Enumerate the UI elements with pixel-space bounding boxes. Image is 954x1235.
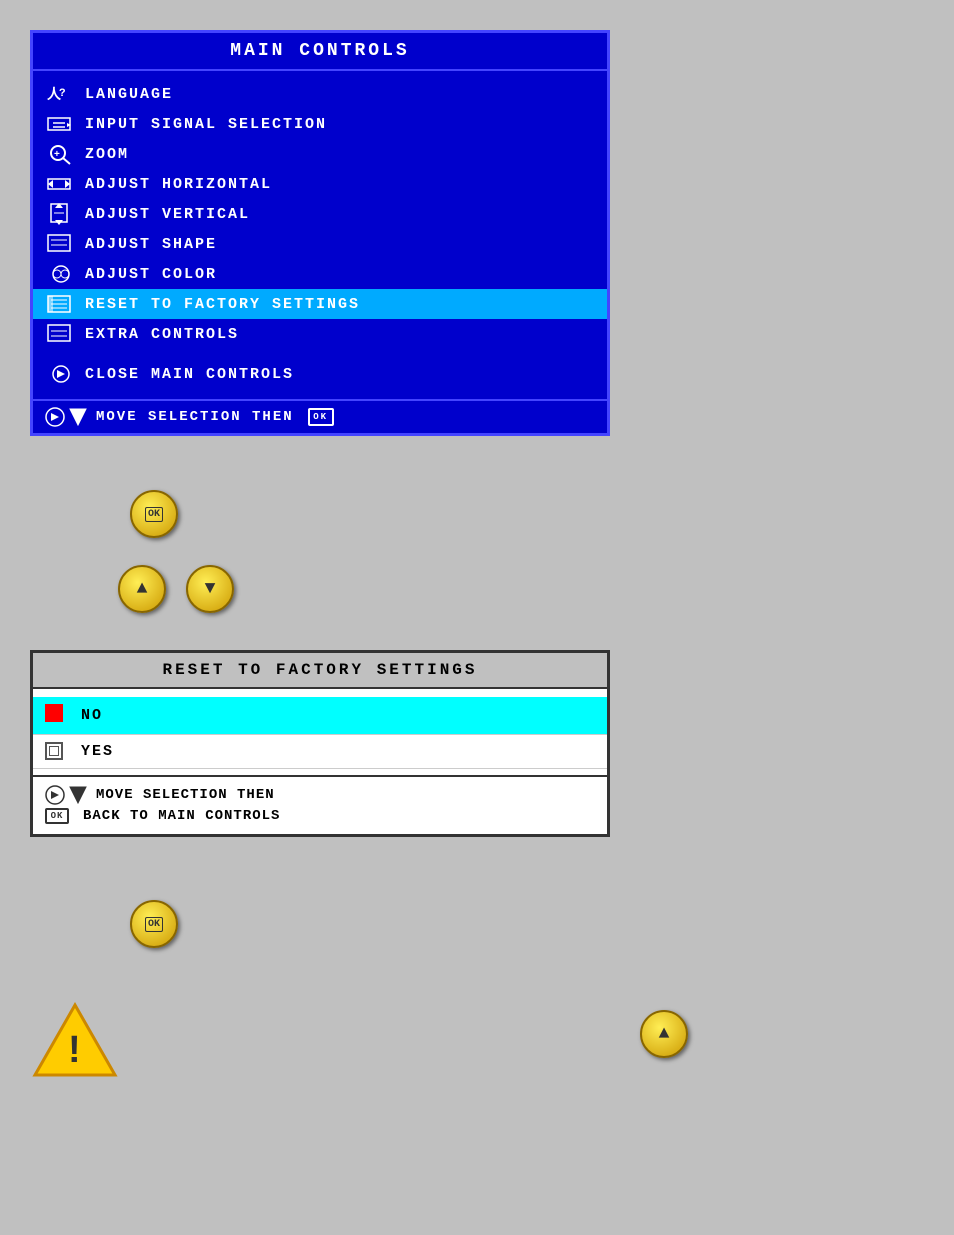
ok-label-top: OK bbox=[145, 507, 163, 522]
menu-item-reset[interactable]: RESET TO FACTORY SETTINGS bbox=[33, 289, 607, 319]
up-nav-btn-right[interactable]: ▲ bbox=[640, 1010, 688, 1058]
svg-text:+: + bbox=[54, 149, 62, 160]
ok-circle-btn-top[interactable]: OK bbox=[130, 490, 178, 538]
close-main-controls[interactable]: CLOSE MAIN CONTROLS bbox=[33, 357, 607, 391]
ok-label-bottom: OK bbox=[145, 917, 163, 932]
reset-options: NO YES bbox=[33, 697, 607, 769]
ok-badge: OK bbox=[308, 408, 334, 426]
extra-icon bbox=[45, 323, 77, 345]
close-main-controls-label: CLOSE MAIN CONTROLS bbox=[85, 366, 294, 383]
menu-item-language-label: LANGUAGE bbox=[85, 86, 173, 103]
nav-buttons: ▲ ▼ bbox=[118, 565, 234, 613]
reset-option-no[interactable]: NO bbox=[33, 697, 607, 735]
close-icon bbox=[45, 363, 77, 385]
down-arrow-icon: ▼ bbox=[205, 579, 216, 599]
main-controls-bottom-bar: MOVE SELECTION THEN OK bbox=[33, 399, 607, 433]
shape-icon bbox=[45, 233, 77, 255]
move-selection-icons bbox=[45, 407, 88, 427]
warning-svg: ! bbox=[30, 1000, 120, 1080]
menu-items-list: 人 ? LANGUAGE INPUT SIGNAL SELECTION bbox=[33, 71, 607, 399]
no-icon bbox=[45, 704, 73, 727]
menu-item-input[interactable]: INPUT SIGNAL SELECTION bbox=[33, 109, 607, 139]
reset-bottom-line1: MOVE SELECTION THEN bbox=[45, 785, 595, 805]
down-button[interactable]: ▼ bbox=[186, 565, 234, 613]
main-controls-panel: MAIN CONTROLS 人 ? LANGUAGE IN bbox=[30, 30, 610, 436]
up-button[interactable]: ▲ bbox=[118, 565, 166, 613]
menu-item-language[interactable]: 人 ? LANGUAGE bbox=[33, 79, 607, 109]
menu-divider bbox=[33, 349, 607, 357]
menu-item-shape[interactable]: ADJUST SHAPE bbox=[33, 229, 607, 259]
menu-item-input-label: INPUT SIGNAL SELECTION bbox=[85, 116, 327, 133]
yes-label: YES bbox=[81, 743, 114, 760]
lang-icon: 人 ? bbox=[45, 83, 77, 105]
ok-icon-bar: OK bbox=[302, 408, 334, 426]
menu-item-horiz-label: ADJUST HORIZONTAL bbox=[85, 176, 272, 193]
red-square-icon bbox=[45, 704, 63, 722]
reset-move-icons bbox=[45, 785, 88, 805]
up-arrow-icon-right: ▲ bbox=[659, 1024, 670, 1044]
reset-bottom-bar: MOVE SELECTION THEN OK BACK TO MAIN CONT… bbox=[33, 775, 607, 834]
vert-icon bbox=[45, 203, 77, 225]
up-arrow-icon: ▲ bbox=[137, 579, 148, 599]
reset-icon bbox=[45, 293, 77, 315]
menu-item-vert-label: ADJUST VERTICAL bbox=[85, 206, 250, 223]
up-arrow-button-right[interactable]: ▲ bbox=[640, 1010, 688, 1058]
horiz-icon bbox=[45, 173, 77, 195]
menu-item-shape-label: ADJUST SHAPE bbox=[85, 236, 217, 253]
reset-bottom-text2: BACK TO MAIN CONTROLS bbox=[83, 808, 280, 824]
main-controls-title: MAIN CONTROLS bbox=[33, 33, 607, 71]
menu-item-zoom[interactable]: + ZOOM bbox=[33, 139, 607, 169]
ok-circle-btn-bottom[interactable]: OK bbox=[130, 900, 178, 948]
menu-item-color-label: ADJUST COLOR bbox=[85, 266, 217, 283]
menu-item-vert[interactable]: ADJUST VERTICAL bbox=[33, 199, 607, 229]
yes-icon bbox=[45, 742, 73, 761]
reset-ok-badge: OK bbox=[45, 808, 69, 824]
svg-text:?: ? bbox=[59, 88, 68, 100]
ok-button-bottom[interactable]: OK bbox=[130, 900, 178, 948]
menu-item-zoom-label: ZOOM bbox=[85, 146, 129, 163]
reset-bottom-line2: OK BACK TO MAIN CONTROLS bbox=[45, 807, 595, 824]
menu-item-horiz[interactable]: ADJUST HORIZONTAL bbox=[33, 169, 607, 199]
menu-item-extra-label: EXTRA CONTROLS bbox=[85, 326, 239, 343]
reset-panel-title: RESET TO FACTORY SETTINGS bbox=[33, 653, 607, 689]
menu-item-reset-label: RESET TO FACTORY SETTINGS bbox=[85, 296, 360, 313]
menu-item-extra[interactable]: EXTRA CONTROLS bbox=[33, 319, 607, 349]
input-icon bbox=[45, 113, 77, 135]
zoom-icon: + bbox=[45, 143, 77, 165]
reset-option-yes[interactable]: YES bbox=[33, 735, 607, 769]
move-selection-label: MOVE SELECTION THEN bbox=[96, 409, 294, 425]
svg-text:!: ! bbox=[68, 1029, 81, 1071]
menu-item-color[interactable]: ADJUST COLOR bbox=[33, 259, 607, 289]
reset-panel: RESET TO FACTORY SETTINGS NO YES bbox=[30, 650, 610, 837]
color-icon bbox=[45, 263, 77, 285]
reset-ok-badge-wrap: OK bbox=[45, 807, 75, 824]
no-label: NO bbox=[81, 707, 103, 724]
reset-spacer bbox=[33, 689, 607, 697]
warning-triangle: ! bbox=[30, 1000, 120, 1085]
white-square-icon bbox=[45, 742, 63, 760]
reset-bottom-text1: MOVE SELECTION THEN bbox=[96, 787, 275, 803]
ok-button-top[interactable]: OK bbox=[130, 490, 178, 538]
inner-square-icon bbox=[49, 746, 59, 756]
